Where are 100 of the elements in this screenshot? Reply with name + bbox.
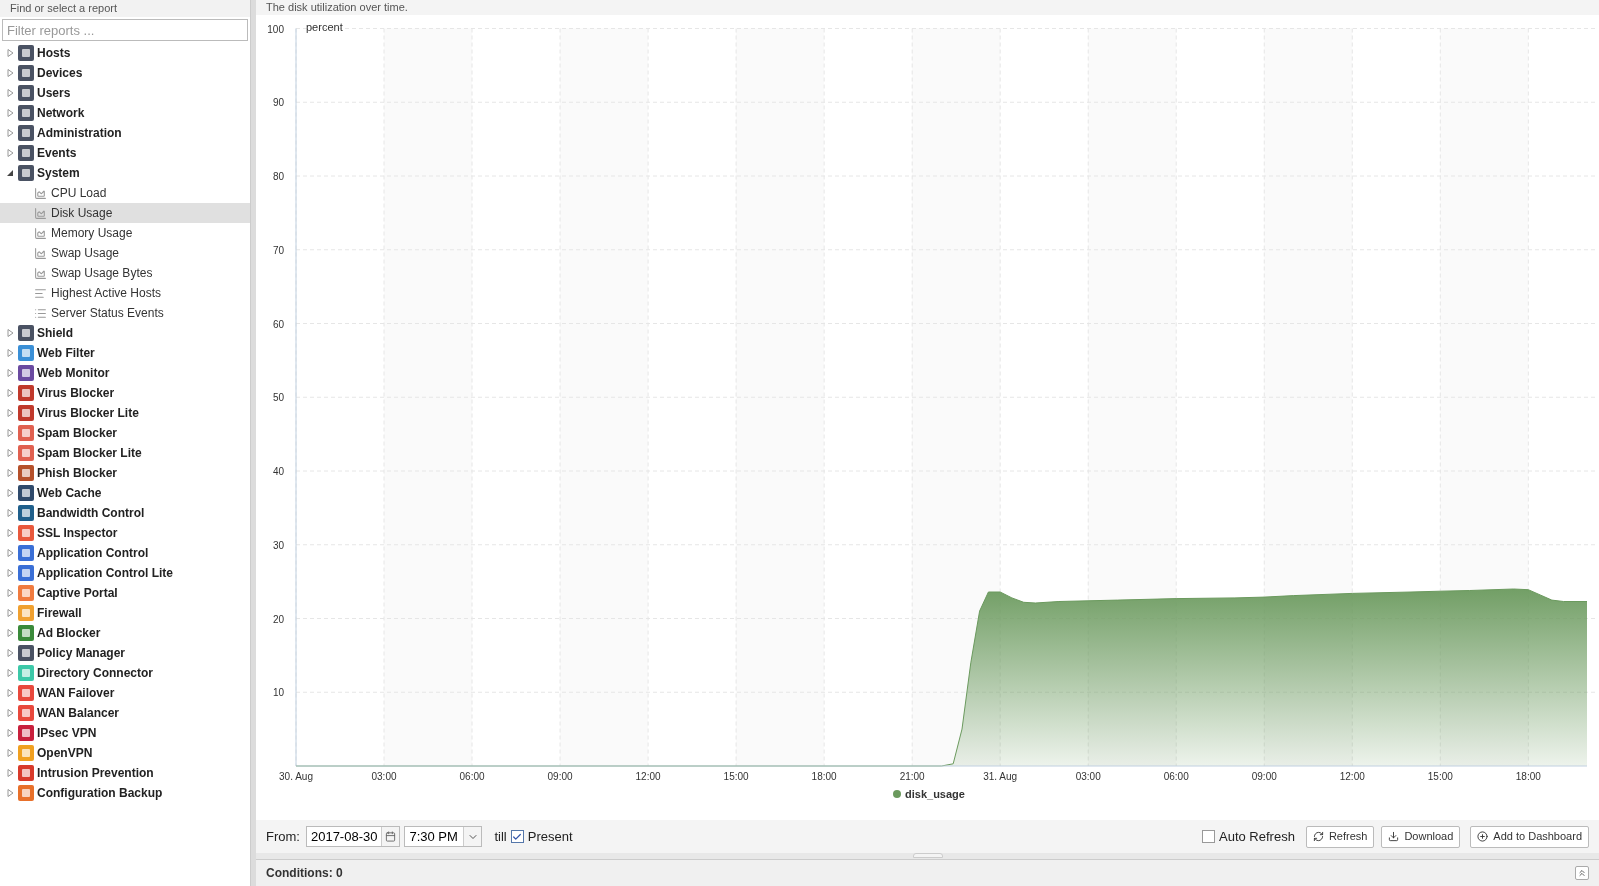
app-icon	[18, 665, 34, 681]
tree-node-label[interactable]: WAN Failover	[37, 684, 115, 702]
tree-node-label[interactable]: SSL Inspector	[37, 524, 118, 542]
collapsed-arrow-icon[interactable]	[6, 369, 14, 377]
collapsed-arrow-icon[interactable]	[6, 449, 14, 457]
tree-node-label[interactable]: Intrusion Prevention	[37, 764, 154, 782]
tree-node-label[interactable]: Application Control	[37, 544, 149, 562]
tree-node-label[interactable]: Web Cache	[37, 484, 102, 502]
tree-node-label[interactable]: Phish Blocker	[37, 464, 118, 482]
auto-refresh-label[interactable]: Auto Refresh	[1219, 826, 1295, 847]
tree-node-label[interactable]: Spam Blocker	[37, 424, 118, 442]
collapsed-arrow-icon[interactable]	[6, 749, 14, 757]
tree-node-label[interactable]: Users	[37, 84, 71, 102]
tree-node-label[interactable]: Application Control Lite	[37, 564, 173, 582]
collapsed-arrow-icon[interactable]	[6, 409, 14, 417]
collapsed-arrow-icon[interactable]	[6, 129, 14, 137]
filter-field[interactable]: Filter reports ...	[2, 19, 248, 41]
x-axis-label: 18:00	[1515, 771, 1541, 782]
checkbox[interactable]	[1202, 830, 1215, 843]
tree-node-label[interactable]: Network	[37, 104, 85, 122]
tree-node-label[interactable]: Virus Blocker	[37, 384, 115, 402]
collapsed-arrow-icon[interactable]	[6, 729, 14, 737]
conditions-label[interactable]: Conditions: 0	[266, 864, 343, 882]
date-field[interactable]: 2017-08-30	[305, 826, 401, 847]
app-icon	[18, 645, 34, 661]
splitter-handle[interactable]	[912, 853, 943, 858]
app-icon	[18, 705, 34, 721]
tree-node-label[interactable]: WAN Balancer	[37, 704, 120, 722]
tree-node-label[interactable]: IPsec VPN	[37, 724, 97, 742]
collapsed-arrow-icon[interactable]	[6, 509, 14, 517]
collapsed-arrow-icon[interactable]	[6, 349, 14, 357]
legend-label[interactable]: disk_usage	[905, 788, 965, 800]
tree-node-label[interactable]: Captive Portal	[37, 584, 118, 602]
tree-node-label[interactable]: System	[37, 164, 80, 182]
area-chart-icon	[34, 206, 47, 220]
app-icon	[18, 505, 34, 521]
collapsed-arrow-icon[interactable]	[6, 89, 14, 97]
report-item[interactable]: Memory Usage	[0, 223, 250, 243]
report-item[interactable]: Highest Active Hosts	[0, 283, 250, 303]
app-icon	[18, 85, 34, 101]
x-axis-label: 12:00	[635, 771, 661, 782]
collapsed-arrow-icon[interactable]	[6, 629, 14, 637]
calendar-icon[interactable]	[385, 831, 397, 842]
tree-node-label[interactable]: Directory Connector	[37, 664, 154, 682]
checkbox[interactable]	[510, 830, 524, 843]
app-icon	[18, 425, 34, 441]
tree-node-label[interactable]: Administration	[37, 124, 122, 142]
collapsed-arrow-icon[interactable]	[6, 649, 14, 657]
collapsed-arrow-icon[interactable]	[6, 49, 14, 57]
collapsed-arrow-icon[interactable]	[6, 529, 14, 537]
collapsed-arrow-icon[interactable]	[6, 389, 14, 397]
collapsed-arrow-icon[interactable]	[6, 589, 14, 597]
tree-node-label[interactable]: OpenVPN	[37, 744, 93, 762]
tree-node-label[interactable]: Spam Blocker Lite	[37, 444, 142, 462]
collapsed-arrow-icon[interactable]	[6, 769, 14, 777]
toolbar-button[interactable]: Download	[1381, 825, 1461, 848]
toolbar-button[interactable]: Refresh	[1305, 825, 1375, 848]
collapsed-arrow-icon[interactable]	[6, 709, 14, 717]
report-item[interactable]: Swap Usage Bytes	[0, 263, 250, 283]
report-item[interactable]: CPU Load	[0, 183, 250, 203]
tree-node-label[interactable]: Bandwidth Control	[37, 504, 145, 522]
collapsed-arrow-icon[interactable]	[6, 669, 14, 677]
tree-node-label[interactable]: Ad Blocker	[37, 624, 101, 642]
y-axis-label: 40	[272, 466, 284, 477]
tree-node-label[interactable]: Hosts	[37, 44, 71, 62]
expanded-arrow-icon[interactable]	[6, 169, 14, 177]
report-item[interactable]: Disk Usage	[0, 203, 250, 223]
collapsed-arrow-icon[interactable]	[6, 429, 14, 437]
collapsed-arrow-icon[interactable]	[6, 689, 14, 697]
collapsed-arrow-icon[interactable]	[6, 549, 14, 557]
app-icon	[18, 165, 34, 181]
x-axis-label: 12:00	[1339, 771, 1365, 782]
collapsed-arrow-icon[interactable]	[6, 569, 14, 577]
collapsed-arrow-icon[interactable]	[6, 789, 14, 797]
toolbar-button[interactable]: Add to Dashboard	[1470, 825, 1589, 848]
tree-node-label[interactable]: Firewall	[37, 604, 82, 622]
report-item[interactable]: Server Status Events	[0, 303, 250, 323]
app-icon	[18, 365, 34, 381]
collapsed-arrow-icon[interactable]	[6, 69, 14, 77]
collapsed-arrow-icon[interactable]	[6, 329, 14, 337]
tree-node-label[interactable]: Devices	[37, 64, 83, 82]
collapsed-arrow-icon[interactable]	[6, 609, 14, 617]
y-axis-label: 20	[272, 613, 284, 625]
tree-node-label[interactable]: Shield	[37, 324, 73, 342]
tree-node-label[interactable]: Web Monitor	[37, 364, 110, 382]
tree-node-label[interactable]: Web Filter	[37, 344, 95, 362]
time-dropdown[interactable]: 7:30 PM	[404, 826, 483, 847]
collapsed-arrow-icon[interactable]	[6, 149, 14, 157]
report-item[interactable]: Swap Usage	[0, 243, 250, 263]
text-lines-icon	[34, 286, 47, 300]
tree-node-label[interactable]: Policy Manager	[37, 644, 126, 662]
collapsed-arrow-icon[interactable]	[6, 469, 14, 477]
present-label[interactable]: Present	[527, 826, 573, 847]
tree-node-label[interactable]: Events	[37, 144, 77, 162]
tree-node-label[interactable]: Virus Blocker Lite	[37, 404, 139, 422]
collapsed-arrow-icon[interactable]	[6, 109, 14, 117]
app-icon	[18, 325, 34, 341]
expand-icon[interactable]	[1575, 866, 1589, 880]
tree-node-label[interactable]: Configuration Backup	[37, 784, 163, 802]
collapsed-arrow-icon[interactable]	[6, 489, 14, 497]
